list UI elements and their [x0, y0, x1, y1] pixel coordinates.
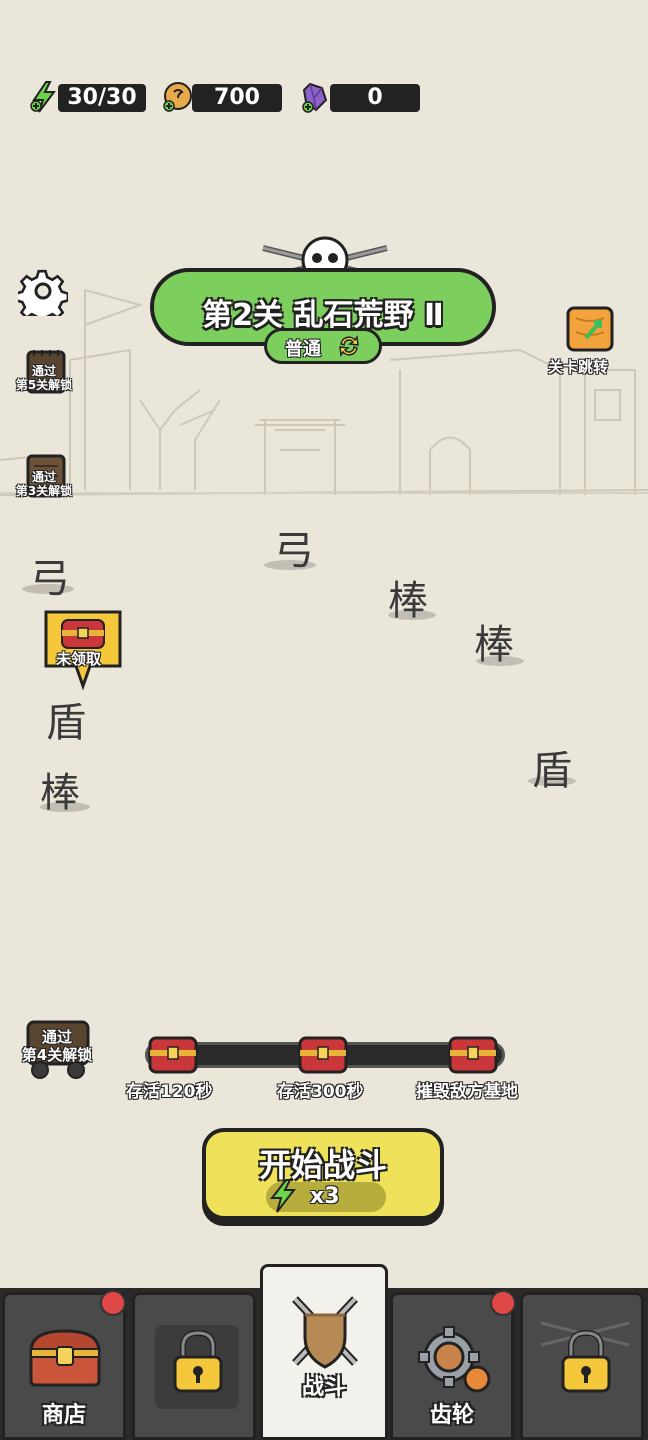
reward-chest-icon[interactable]: [296, 1034, 350, 1076]
unclaimed-chest-badge-icon[interactable]: [40, 606, 126, 692]
unclaimed-label: 未领取: [56, 650, 102, 668]
nav-tab-locked-2[interactable]: [520, 1292, 644, 1440]
nav-label-battle: 战斗: [301, 1375, 346, 1400]
goal-label-survive-300: 存活300秒: [277, 1082, 364, 1102]
coin-add-icon[interactable]: [160, 80, 194, 114]
crossed-swords-shield-icon: [292, 1296, 358, 1369]
unlock-level3-label: 通过 第3关解锁: [15, 470, 73, 498]
energy-bolt-icon: [269, 1179, 297, 1213]
energy-bolt-icon[interactable]: [28, 80, 62, 114]
gear-icon: [418, 1326, 491, 1393]
nav-label-gear: 齿轮: [429, 1403, 474, 1428]
unlock-level4-label: 通过 第4关解锁: [21, 1028, 93, 1064]
club-unit: 棒: [388, 578, 428, 624]
ground-line: [0, 492, 648, 494]
energy-cost-pill: x3: [266, 1179, 386, 1213]
difficulty-mode-button[interactable]: 普通: [264, 328, 382, 364]
start-battle-button[interactable]: 开始战斗 x3: [202, 1128, 444, 1220]
gem-counter: 0: [330, 84, 420, 112]
energy-counter: 30/30: [58, 84, 146, 112]
nav-label-shop: 商店: [41, 1403, 86, 1428]
padlock-icon: [561, 1329, 611, 1393]
difficulty-mode-label: 普通: [285, 339, 321, 360]
notification-dot: [490, 1290, 516, 1316]
nav-tab-battle[interactable]: 战斗: [260, 1264, 388, 1440]
level-jump-scroll-icon[interactable]: [560, 302, 620, 358]
swap-icon: [339, 334, 359, 358]
start-battle-label: 开始战斗: [258, 1146, 387, 1184]
goal-label-survive-120: 存活120秒: [126, 1082, 213, 1102]
reward-chest-icon[interactable]: [146, 1034, 200, 1076]
settings-gear-icon[interactable]: [18, 266, 68, 316]
unlock-level5-label: 通过 第5关解锁: [15, 364, 73, 392]
archer-unit: 弓: [274, 528, 314, 574]
club-unit: 棒: [40, 770, 80, 816]
club-unit: 棒: [474, 622, 514, 668]
level-jump-label: 关卡跳转: [548, 358, 609, 376]
padlock-icon: [173, 1329, 223, 1393]
treasure-chest-icon: [29, 1329, 101, 1387]
archer-unit: 弓: [30, 556, 70, 602]
coin-counter: 700: [192, 84, 282, 112]
shield-unit: 盾: [532, 748, 572, 794]
goal-label-destroy-base: 摧毁敌方基地: [416, 1082, 518, 1102]
gem-add-icon[interactable]: [298, 80, 332, 114]
energy-cost: x3: [310, 1184, 340, 1209]
shield-unit: 盾: [46, 700, 86, 746]
nav-tab-locked-1[interactable]: [132, 1292, 256, 1440]
reward-chest-icon[interactable]: [446, 1034, 500, 1076]
notification-dot: [100, 1290, 126, 1316]
